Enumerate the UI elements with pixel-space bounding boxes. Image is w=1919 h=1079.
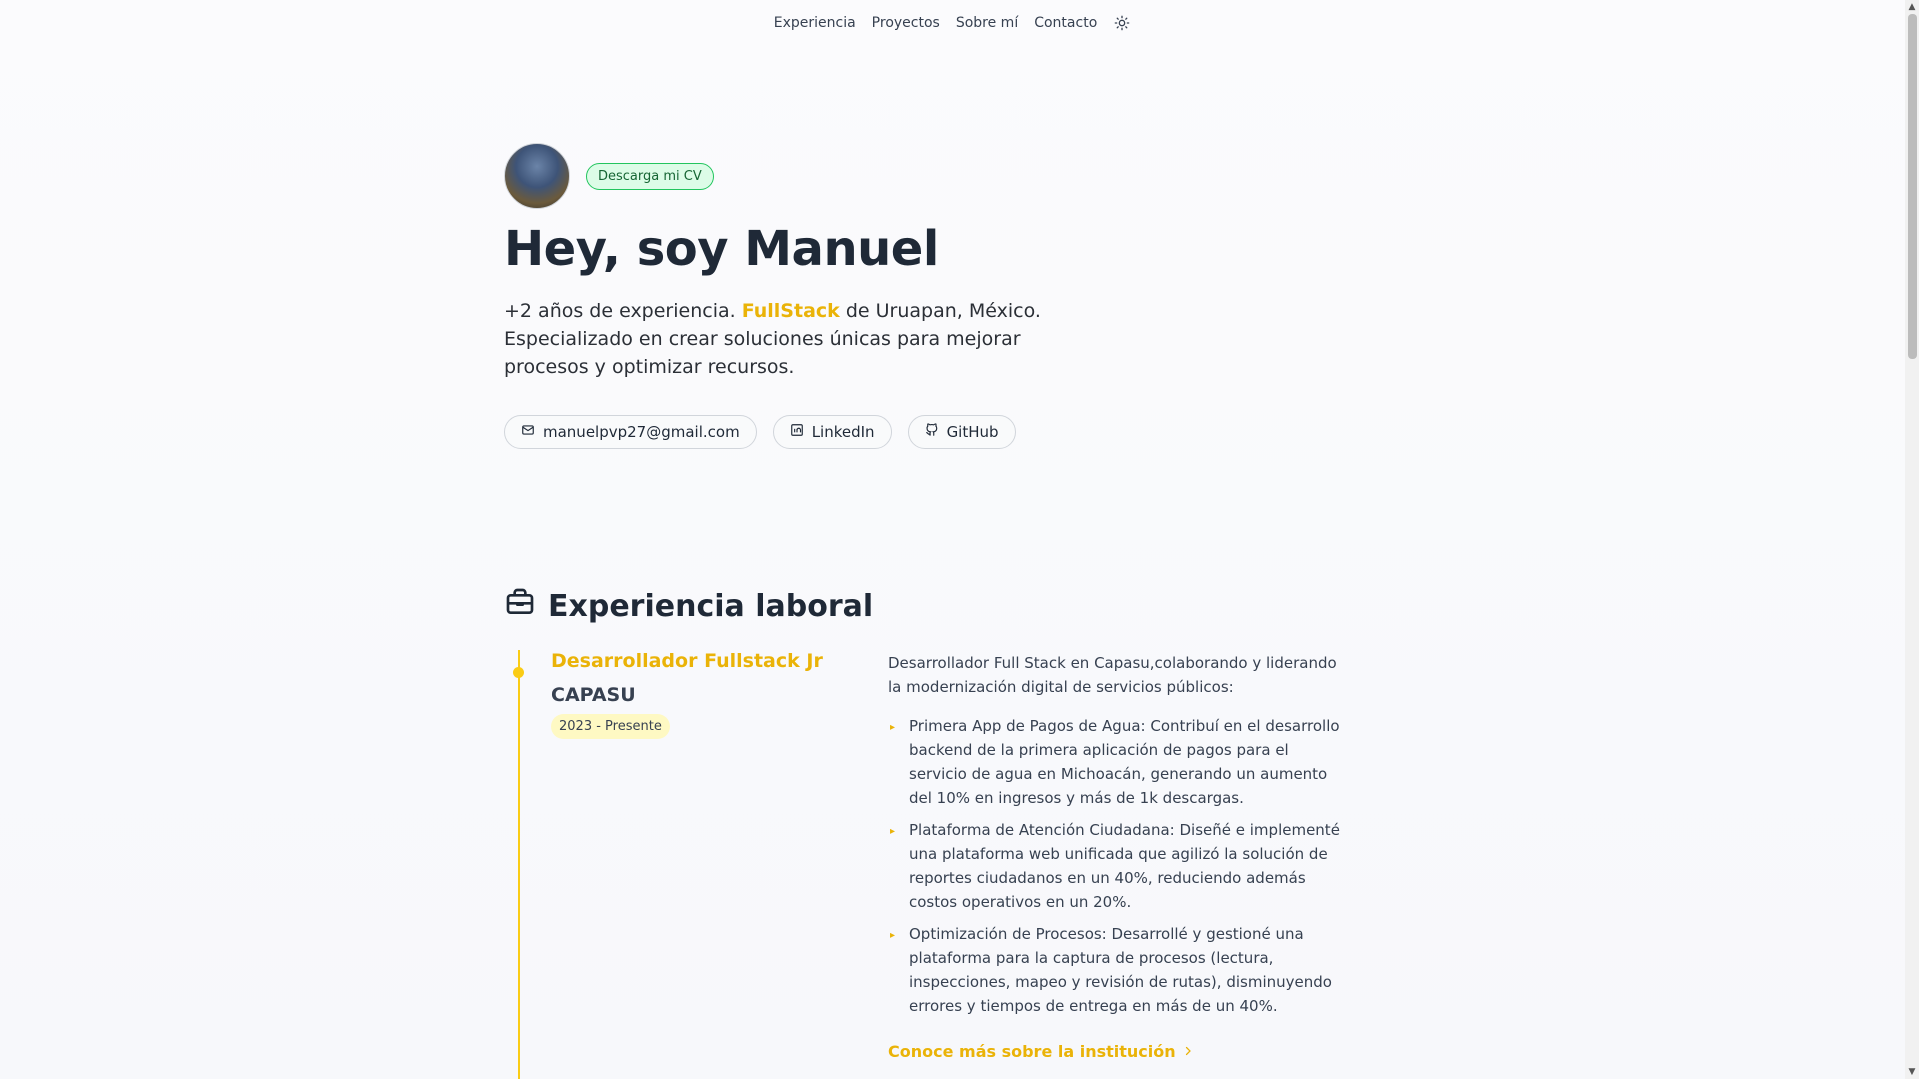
nav-item-contacto[interactable]: Contacto: [1034, 15, 1097, 31]
nav-item-experiencia[interactable]: Experiencia: [774, 15, 856, 31]
nav-item-sobre-mi[interactable]: Sobre mí: [956, 15, 1018, 31]
intro-text-before: +2 años de experiencia.: [504, 300, 736, 322]
page-title: Hey, soy Manuel: [504, 221, 939, 277]
email-link[interactable]: manuelpvp27@gmail.com: [504, 415, 757, 449]
github-label: GitHub: [946, 423, 999, 441]
download-cv-button[interactable]: Descarga mi CV: [586, 162, 714, 190]
intro-accent: FullStack: [741, 300, 840, 322]
avatar: [504, 143, 570, 209]
linkedin-link[interactable]: LinkedIn: [772, 415, 892, 449]
top-nav: Experiencia Proyectos Sobre mí Contacto: [0, 14, 1905, 32]
scroll-thumb[interactable]: [1908, 14, 1917, 359]
scrollbar[interactable]: ▲ ▼: [1905, 0, 1919, 1079]
bullet-icon: ▸: [890, 826, 896, 837]
list-item: ▸ Optimización de Procesos: Desarrollé y…: [888, 922, 1348, 1018]
chevron-right-icon: [1182, 1040, 1194, 1064]
linkedin-icon: [790, 423, 804, 441]
timeline-dot: [513, 667, 524, 678]
list-item: ▸ Primera App de Pagos de Agua: Contribu…: [888, 714, 1348, 810]
list-item: ▸ Plataforma de Atención Ciudadana: Dise…: [888, 818, 1348, 914]
institution-link-label: Conoce más sobre la institución: [888, 1042, 1176, 1061]
section-title: Experiencia laboral: [548, 588, 874, 624]
job-role: Desarrollador Fullstack Jr: [551, 650, 823, 672]
hero-section: Descarga mi CV Hey, soy Manuel +2 años d…: [504, 143, 1064, 449]
bullet-icon: ▸: [890, 930, 896, 941]
briefcase-icon: [504, 586, 536, 626]
job-header: Desarrollador Fullstack Jr CAPASU 2023 -…: [551, 650, 851, 739]
sun-icon[interactable]: [1113, 14, 1131, 32]
bullet-icon: ▸: [890, 722, 896, 733]
institution-link[interactable]: Conoce más sobre la institución: [888, 1040, 1194, 1064]
linkedin-label: LinkedIn: [811, 423, 875, 441]
contact-links: manuelpvp27@gmail.com LinkedIn GitHub: [504, 415, 1064, 449]
timeline-line: [518, 650, 520, 1079]
job-date-badge: 2023 - Presente: [551, 714, 670, 739]
job-bullets: ▸ Primera App de Pagos de Agua: Contribu…: [888, 714, 1348, 1018]
github-icon: [925, 423, 939, 441]
scroll-down-arrow-icon[interactable]: ▼: [1905, 1065, 1919, 1079]
job-summary: Desarrollador Full Stack en Capasu,colab…: [888, 654, 1337, 696]
job-details: Desarrollador Full Stack en Capasu,colab…: [888, 651, 1348, 1064]
email-label: manuelpvp27@gmail.com: [543, 423, 740, 441]
bullet-text: Plataforma de Atención Ciudadana: Diseñé…: [909, 821, 1340, 911]
nav-item-proyectos[interactable]: Proyectos: [872, 15, 940, 31]
github-link[interactable]: GitHub: [907, 415, 1016, 449]
bullet-text: Primera App de Pagos de Agua: Contribuí …: [909, 717, 1340, 807]
job-company: CAPASU: [551, 684, 636, 706]
page: Experiencia Proyectos Sobre mí Contacto …: [0, 0, 1905, 1079]
hero-header: Descarga mi CV: [504, 143, 1064, 209]
bullet-text: Optimización de Procesos: Desarrollé y g…: [909, 925, 1332, 1015]
scroll-up-arrow-icon[interactable]: ▲: [1905, 0, 1919, 14]
experience-heading: Experiencia laboral: [504, 586, 873, 626]
mail-icon: [521, 423, 535, 441]
hero-intro: +2 años de experiencia. FullStack de Uru…: [504, 297, 1064, 381]
